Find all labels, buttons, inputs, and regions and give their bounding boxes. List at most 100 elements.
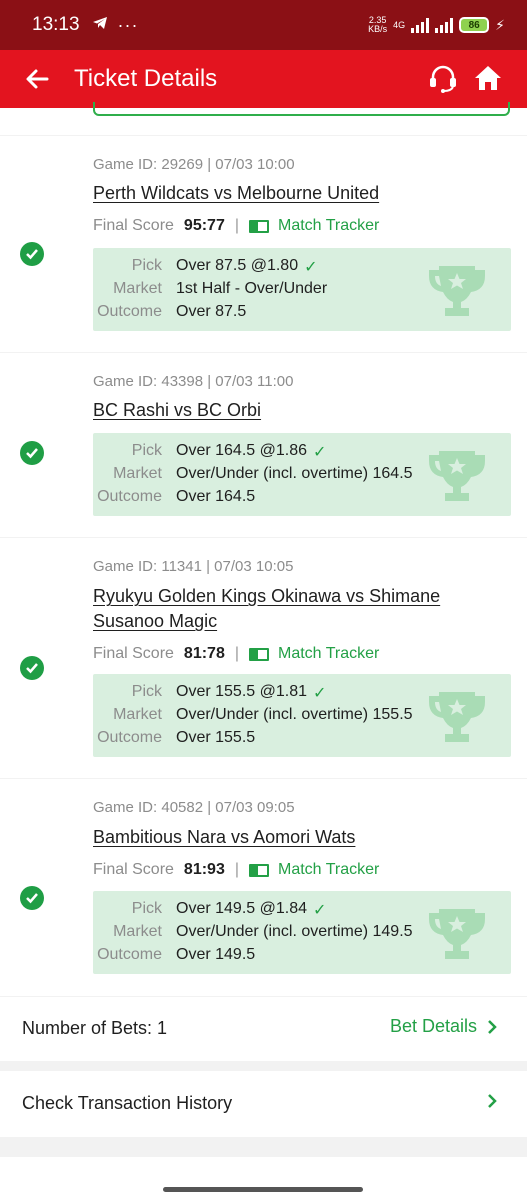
support-button[interactable] — [427, 63, 459, 95]
pick-row: Pick Over 164.5 @1.86 ✓ — [93, 442, 327, 462]
market-label: Market — [113, 465, 162, 482]
outcome-row: Outcome Over 155.5 — [93, 729, 255, 747]
pick-label: Pick — [131, 900, 162, 917]
battery-icon: 86 — [459, 17, 490, 33]
signal-icon — [411, 17, 430, 33]
won-check-icon — [20, 242, 44, 266]
outcome-label: Outcome — [97, 946, 162, 963]
outcome-label: Outcome — [97, 303, 162, 320]
final-score-value: 81:78 — [183, 645, 225, 662]
telegram-icon — [92, 16, 108, 35]
bets-summary-row: Number of Bets: 1 Bet Details — [0, 997, 527, 1061]
pick-label: Pick — [131, 683, 162, 700]
market-value: Over/Under (incl. overtime) 149.5 — [176, 923, 413, 940]
game-id: Game ID: 43398 | 07/03 11:00 — [93, 373, 294, 390]
game-card: Game ID: 29269 | 07/03 10:00 Perth Wildc… — [0, 136, 527, 352]
home-button[interactable] — [473, 63, 505, 95]
check-transaction-history-label: Check Transaction History — [22, 1093, 233, 1113]
back-button[interactable] — [0, 50, 74, 108]
status-time: 13:13 — [32, 14, 80, 35]
chevron-right-icon — [488, 1094, 497, 1108]
match-name[interactable]: Bambitious Nara vs Aomori Wats — [93, 825, 493, 850]
trophy-icon — [429, 692, 485, 742]
outcome-row: Outcome Over 164.5 — [93, 488, 255, 506]
checkmark-icon: ✓ — [312, 444, 327, 461]
headset-icon — [430, 65, 456, 93]
game-id: Game ID: 11341 | 07/03 10:05 — [93, 558, 294, 575]
bet-details-link[interactable]: Bet Details — [390, 1016, 497, 1037]
checkmark-icon: ✓ — [312, 902, 327, 919]
market-row: Market 1st Half - Over/Under — [93, 280, 327, 298]
trophy-icon — [429, 909, 485, 959]
pick-details: Pick Over 87.5 @1.80 ✓ Market 1st Half - Ov… — [93, 248, 511, 331]
pick-row: Pick Over 149.5 @1.84 ✓ — [93, 900, 327, 920]
pick-row: Pick Over 155.5 @1.81 ✓ — [93, 683, 327, 703]
won-check-icon — [20, 886, 44, 910]
final-score-value: 81:93 — [183, 861, 225, 878]
gesture-home-bar[interactable] — [163, 1187, 363, 1192]
market-value: Over/Under (incl. overtime) 164.5 — [176, 465, 413, 482]
match-name[interactable]: BC Rashi vs BC Orbi — [93, 398, 493, 423]
pick-details: Pick Over 149.5 @1.84 ✓ Market Over/Under (… — [93, 891, 511, 974]
game-card: Game ID: 40582 | 07/03 09:05 Bambitious … — [0, 779, 527, 996]
pick-details: Pick Over 164.5 @1.86 ✓ Market Over/Under (… — [93, 433, 511, 516]
home-icon — [475, 66, 501, 90]
more-notifications-icon: ··· — [117, 14, 139, 35]
bottom-section — [0, 1157, 527, 1200]
outcome-label: Outcome — [97, 488, 162, 505]
match-name[interactable]: Perth Wildcats vs Melbourne United — [93, 181, 493, 206]
game-card: Game ID: 43398 | 07/03 11:00 BC Rashi vs… — [0, 353, 527, 537]
market-row: Market Over/Under (incl. overtime) 164.5 — [93, 465, 413, 483]
match-tracker-link[interactable]: Match Tracker — [249, 217, 379, 235]
bet-details-label: Bet Details — [389, 1016, 477, 1036]
separator: | — [234, 861, 239, 878]
market-label: Market — [113, 923, 162, 940]
market-label: Market — [113, 280, 162, 297]
match-tracker-label: Match Tracker — [278, 217, 380, 234]
match-tracker-link[interactable]: Match Tracker — [249, 645, 379, 663]
final-score-row: Final Score 81:93 | Match Tracker — [93, 861, 379, 879]
pick-value: Over 155.5 @1.81 — [176, 683, 307, 700]
ticket-content: Game ID: 29269 | 07/03 10:00 Perth Wildc… — [0, 102, 527, 1200]
market-value: 1st Half - Over/Under — [176, 280, 328, 297]
match-tracker-icon — [249, 863, 269, 877]
outcome-row: Outcome Over 149.5 — [93, 946, 255, 964]
match-name[interactable]: Ryukyu Golden Kings Okinawa vs Shimane S… — [93, 584, 493, 634]
outcome-value: Over 155.5 — [176, 729, 256, 746]
outcome-value: Over 149.5 — [176, 946, 256, 963]
net-speed: 2.35 KB/s — [368, 16, 387, 34]
match-tracker-icon — [249, 219, 269, 233]
final-score-value: 95:77 — [183, 217, 225, 234]
network-type: 4G — [393, 20, 406, 30]
outcome-value: Over 164.5 — [176, 488, 256, 505]
market-label: Market — [113, 706, 162, 723]
charging-icon: ⚡ — [495, 16, 505, 33]
signal-icon-2 — [435, 17, 454, 33]
final-score-label: Final Score — [93, 645, 174, 662]
arrow-left-icon — [26, 69, 49, 89]
net-speed-unit: KB/s — [368, 24, 388, 34]
checkmark-icon: ✓ — [304, 259, 318, 276]
trophy-icon — [429, 451, 485, 501]
won-check-icon — [20, 656, 44, 680]
pick-value: Over 87.5 @1.80 — [176, 257, 299, 274]
pick-value: Over 149.5 @1.84 — [176, 900, 307, 917]
page-title: Ticket Details — [74, 65, 218, 92]
market-row: Market Over/Under (incl. overtime) 149.5 — [93, 923, 413, 941]
match-tracker-label: Match Tracker — [278, 861, 380, 878]
outcome-label: Outcome — [97, 729, 162, 746]
game-id: Game ID: 40582 | 07/03 09:05 — [93, 799, 295, 816]
check-transaction-history-row[interactable]: Check Transaction History — [0, 1071, 527, 1137]
outcome-value: Over 87.5 — [176, 303, 247, 320]
match-tracker-link[interactable]: Match Tracker — [249, 861, 379, 879]
outcome-row: Outcome Over 87.5 — [93, 303, 246, 321]
game-id: Game ID: 29269 | 07/03 10:00 — [93, 156, 295, 173]
separator: | — [234, 217, 239, 234]
trophy-icon — [429, 266, 485, 316]
final-score-row: Final Score 95:77 | Match Tracker — [93, 217, 379, 235]
app-header: Ticket Details — [0, 50, 527, 108]
match-tracker-label: Match Tracker — [278, 645, 380, 662]
pick-label: Pick — [131, 442, 162, 459]
separator: | — [234, 645, 239, 662]
final-score-label: Final Score — [93, 217, 174, 234]
